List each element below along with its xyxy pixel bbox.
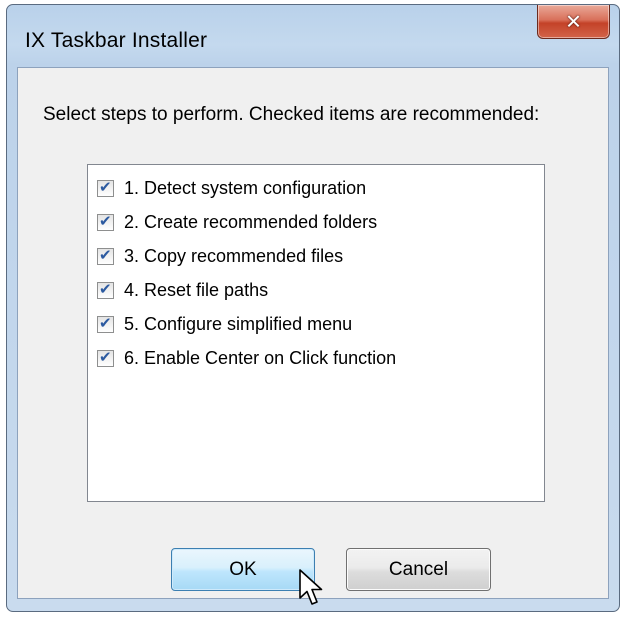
installer-dialog: IX Taskbar Installer ✕ Select steps to p… xyxy=(6,4,620,612)
title-bar[interactable]: IX Taskbar Installer ✕ xyxy=(7,5,619,69)
checkmark-icon: ✔ xyxy=(99,347,112,366)
step-1-label: 1. Detect system configuration xyxy=(124,177,367,198)
step-3-checkbox[interactable]: ✔ xyxy=(97,245,114,265)
checkmark-icon: ✔ xyxy=(99,245,112,264)
step-item-2[interactable]: ✔ 2. Create recommended folders xyxy=(97,207,377,237)
checkmark-icon: ✔ xyxy=(99,177,112,196)
step-item-3[interactable]: ✔ 3. Copy recommended files xyxy=(97,241,343,271)
dialog-body: Select steps to perform. Checked items a… xyxy=(17,67,609,599)
step-6-checkbox[interactable]: ✔ xyxy=(97,347,114,367)
step-5-checkbox[interactable]: ✔ xyxy=(97,313,114,333)
close-icon: ✕ xyxy=(565,9,582,34)
step-2-label: 2. Create recommended folders xyxy=(124,211,378,232)
close-button[interactable]: ✕ xyxy=(537,5,610,39)
step-item-4[interactable]: ✔ 4. Reset file paths xyxy=(97,275,268,305)
checkmark-icon: ✔ xyxy=(99,279,112,298)
step-5-label: 5. Configure simplified menu xyxy=(124,313,353,334)
steps-checklist: ✔ 1. Detect system configuration ✔ 2. Cr… xyxy=(87,164,545,502)
step-4-label: 4. Reset file paths xyxy=(124,279,269,300)
ok-button[interactable]: OK xyxy=(171,548,315,591)
window-title: IX Taskbar Installer xyxy=(25,29,208,52)
checkmark-icon: ✔ xyxy=(99,211,112,230)
step-6-label: 6. Enable Center on Click function xyxy=(124,347,397,368)
step-2-checkbox[interactable]: ✔ xyxy=(97,211,114,231)
instruction-text: Select steps to perform. Checked items a… xyxy=(43,104,540,125)
step-item-1[interactable]: ✔ 1. Detect system configuration xyxy=(97,173,366,203)
step-3-label: 3. Copy recommended files xyxy=(124,245,344,266)
step-item-5[interactable]: ✔ 5. Configure simplified menu xyxy=(97,309,352,339)
step-4-checkbox[interactable]: ✔ xyxy=(97,279,114,299)
cancel-button[interactable]: Cancel xyxy=(346,548,491,591)
checkmark-icon: ✔ xyxy=(99,313,112,332)
step-1-checkbox[interactable]: ✔ xyxy=(97,177,114,197)
step-item-6[interactable]: ✔ 6. Enable Center on Click function xyxy=(97,343,396,373)
